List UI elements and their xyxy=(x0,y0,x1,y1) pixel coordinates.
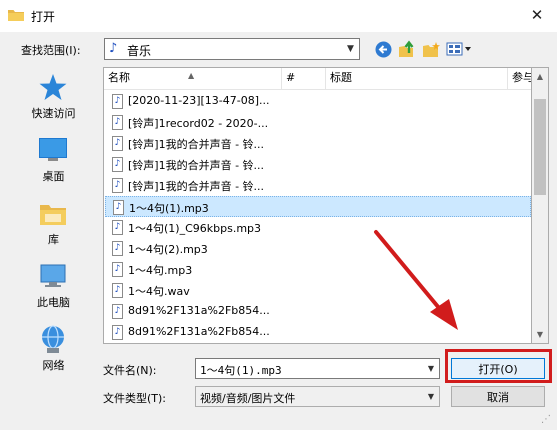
place-this-pc[interactable]: 此电脑 xyxy=(11,256,96,316)
file-name: [铃声]1record02 - 2020-... xyxy=(128,117,269,130)
window-title: 打开 xyxy=(31,10,56,24)
list-item[interactable]: ♪ [铃声]1我的合并声音 - 铃... xyxy=(108,133,268,154)
back-button[interactable] xyxy=(373,39,393,59)
place-label: 网络 xyxy=(42,359,65,372)
place-label: 快速访问 xyxy=(31,107,76,120)
audio-file-icon: ♪ xyxy=(112,262,123,277)
file-name: 1～4句(1).mp3 xyxy=(129,202,209,215)
audio-file-icon: ♪ xyxy=(112,241,123,256)
place-label: 此电脑 xyxy=(37,296,70,309)
cancel-button[interactable]: 取消 xyxy=(451,386,545,407)
vertical-scrollbar[interactable]: ▲ ▼ xyxy=(532,67,549,344)
folder-icon xyxy=(8,10,24,21)
place-quick-access[interactable]: 快速访问 xyxy=(11,67,96,127)
back-arrow-icon xyxy=(375,41,391,57)
chevron-down-icon[interactable]: ▼ xyxy=(423,359,439,378)
audio-file-icon: ♪ xyxy=(112,115,123,130)
close-icon: ✕ xyxy=(530,6,544,24)
audio-file-icon: ♪ xyxy=(112,283,123,298)
look-in-label: 查找范围(I): xyxy=(21,44,81,57)
list-item[interactable]: ♪ 1～4句.mp3 xyxy=(108,259,268,280)
view-menu-button[interactable] xyxy=(445,39,473,59)
music-note-icon: ♪ xyxy=(109,41,118,56)
audio-file-icon: ♪ xyxy=(112,220,123,235)
place-desktop[interactable]: 桌面 xyxy=(11,130,96,190)
open-file-dialog: 打开 ✕ 查找范围(I): ♪ 音乐 ▼ 快速访问 桌面 库 此电脑 网络 名称… xyxy=(0,0,557,430)
list-item[interactable]: ♪ [铃声]1我的合并声音 - 铃... xyxy=(108,175,268,196)
column-header-label: 名称 xyxy=(108,71,130,84)
file-name: 1～4句.wav xyxy=(128,285,190,298)
audio-file-icon: ♪ xyxy=(112,157,123,172)
chevron-down-icon: ▼ xyxy=(427,392,435,401)
library-icon xyxy=(40,205,66,225)
up-folder-icon xyxy=(399,40,414,57)
file-name: 1～4句(1)_C96kbps.mp3 xyxy=(128,222,262,235)
file-name: [2020-11-23][13-47-08]... xyxy=(128,94,270,107)
sort-up-icon: ▲ xyxy=(188,71,195,80)
highlight-box xyxy=(445,349,552,383)
column-header-label: # xyxy=(286,71,296,84)
list-item[interactable]: ♪ 8d91%2F131a%2Fb854... xyxy=(108,301,270,322)
file-name-value: 1～4句(1).mp3 xyxy=(200,364,282,377)
file-type-label: 文件类型(T): xyxy=(103,392,167,405)
file-list[interactable]: 名称 ▲ # 标题 参与 ♪ [2020-11-23][13-47-08]... … xyxy=(103,67,532,344)
file-name: [铃声]1我的合并声音 - 铃... xyxy=(128,159,265,172)
file-name-label: 文件名(N): xyxy=(103,364,157,377)
new-folder-icon xyxy=(422,41,440,57)
column-header-title[interactable]: 标题 xyxy=(326,68,508,90)
column-header-artist[interactable]: 参与 xyxy=(508,68,532,90)
column-header-number[interactable]: # xyxy=(282,68,326,90)
quick-access-star-icon xyxy=(39,74,67,100)
view-menu-icon xyxy=(446,42,471,56)
close-button[interactable]: ✕ xyxy=(517,0,557,30)
look-in-value: 音乐 xyxy=(127,44,152,58)
resize-grip-icon[interactable]: ⋰ xyxy=(541,414,555,428)
desktop-icon xyxy=(39,138,67,161)
list-item[interactable]: ♪ 8d91%2F131a%2Fb854... xyxy=(108,322,270,343)
audio-file-icon: ♪ xyxy=(112,94,123,109)
place-network[interactable]: 网络 xyxy=(11,319,96,379)
this-pc-icon xyxy=(40,264,66,287)
audio-file-icon: ♪ xyxy=(113,200,124,215)
network-icon xyxy=(42,325,64,353)
file-name: [铃声]1我的合并声音 - 铃... xyxy=(128,180,265,193)
audio-file-icon: ♪ xyxy=(112,178,123,193)
file-name: 8d91%2F131a%2Fb854... xyxy=(128,325,270,338)
new-folder-button[interactable] xyxy=(421,39,441,59)
chevron-down-icon: ▼ xyxy=(347,44,354,54)
audio-file-icon: ♪ xyxy=(112,325,123,340)
list-item[interactable]: ♪ 1～4句.wav xyxy=(108,280,268,301)
scroll-down-icon[interactable]: ▼ xyxy=(532,326,548,343)
place-library[interactable]: 库 xyxy=(11,193,96,253)
file-name: 1～4句.mp3 xyxy=(128,264,193,277)
file-name-input[interactable]: 1～4句(1).mp3 ▼ xyxy=(195,358,440,379)
audio-file-icon: ♪ xyxy=(112,136,123,151)
place-label: 库 xyxy=(48,233,59,246)
list-item-selected[interactable]: ♪ 1～4句(1).mp3 xyxy=(105,196,531,217)
up-folder-button[interactable] xyxy=(397,39,417,59)
list-item[interactable]: ♪ [2020-11-23][13-47-08]... xyxy=(108,91,270,112)
scroll-thumb[interactable] xyxy=(534,99,546,195)
list-item[interactable]: ♪ [铃声]1record02 - 2020-... xyxy=(108,112,268,133)
file-name: 1～4句(2).mp3 xyxy=(128,243,208,256)
file-name: 8d91%2F131a%2Fb854... xyxy=(128,304,270,317)
look-in-dropdown[interactable]: ♪ 音乐 ▼ xyxy=(104,38,360,60)
column-header-label: 标题 xyxy=(330,71,352,84)
column-header-label: 参与 xyxy=(512,71,532,84)
file-type-value: 视频/音频/图片文件 xyxy=(200,392,296,405)
list-header: 名称 ▲ # 标题 参与 xyxy=(104,68,532,90)
file-type-dropdown[interactable]: 视频/音频/图片文件 ▼ xyxy=(195,386,440,407)
scroll-up-icon[interactable]: ▲ xyxy=(532,68,548,85)
list-item[interactable]: ♪ [铃声]1我的合并声音 - 铃... xyxy=(108,154,268,175)
place-label: 桌面 xyxy=(42,170,65,183)
list-item[interactable]: ♪ 1～4句(1)_C96kbps.mp3 xyxy=(108,217,268,238)
places-bar: 快速访问 桌面 库 此电脑 网络 xyxy=(11,67,96,372)
cancel-button-label: 取消 xyxy=(487,390,509,404)
audio-file-icon: ♪ xyxy=(112,304,123,319)
title-bar: 打开 ✕ xyxy=(0,0,557,32)
column-header-name[interactable]: 名称 ▲ xyxy=(104,68,282,90)
file-name: [铃声]1我的合并声音 - 铃... xyxy=(128,138,265,151)
list-item[interactable]: ♪ 1～4句(2).mp3 xyxy=(108,238,268,259)
